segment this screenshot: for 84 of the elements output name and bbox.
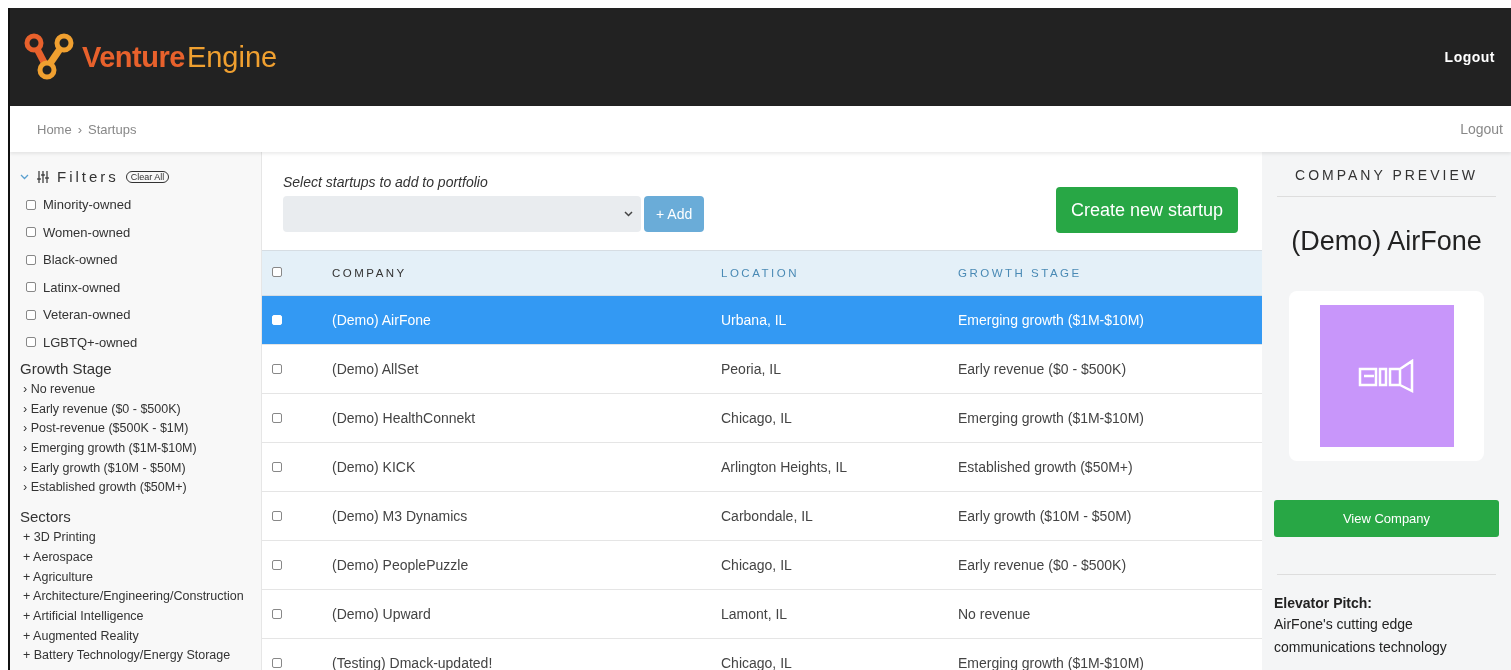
location-cell: Chicago, IL: [721, 410, 792, 426]
select-all-checkbox[interactable]: [272, 267, 282, 277]
company-cell: (Demo) AirFone: [332, 312, 431, 328]
logo-icon: [24, 32, 74, 82]
filter-option[interactable]: + Aerospace: [20, 547, 261, 568]
breadcrumb-link[interactable]: Home: [37, 121, 72, 137]
location-cell: Chicago, IL: [721, 557, 792, 573]
checkbox[interactable]: [26, 199, 36, 210]
growth-stage-cell: Early revenue ($0 - $500K): [958, 361, 1127, 377]
table-row[interactable]: (Demo) KICK Arlington Heights, IL Established growth ($50M+): [262, 442, 1262, 492]
location-cell: Carbondale, IL: [721, 508, 813, 524]
filters-title: Filters: [57, 168, 119, 185]
checkbox[interactable]: [26, 254, 36, 265]
row-checkbox[interactable]: [272, 413, 282, 423]
filter-option[interactable]: + Agriculture: [20, 567, 261, 588]
filter-option[interactable]: › Established growth ($50M+): [20, 478, 261, 499]
chevron-icon[interactable]: [20, 173, 29, 180]
portfolio-label: Select startups to add to portfolio: [283, 174, 489, 190]
checkbox-label: LGBTQ+-owned: [43, 334, 138, 350]
megaphone-icon: [1357, 359, 1416, 393]
pitch-label: Elevator Pitch:: [1274, 595, 1374, 611]
company-cell: (Demo) PeoplePuzzle: [332, 557, 469, 573]
checkbox-label: Minority-owned: [43, 197, 132, 213]
filter-option[interactable]: › Early revenue ($0 - $500K): [20, 399, 261, 420]
filter-option[interactable]: + Augmented Reality: [20, 626, 261, 647]
row-checkbox[interactable]: [272, 364, 282, 374]
company-cell: (Demo) AllSet: [332, 361, 419, 377]
location-cell: Peoria, IL: [721, 361, 781, 377]
company-cell: (Testing) Dmack-updated!: [332, 655, 493, 670]
logout-link[interactable]: Logout: [1444, 49, 1495, 65]
row-checkbox[interactable]: [272, 560, 282, 570]
table-row[interactable]: (Demo) AllSet Peoria, IL Early revenue ($0 - $500K): [262, 344, 1262, 394]
growth-stage-cell: Early growth ($10M - $50M): [958, 508, 1132, 524]
checkbox[interactable]: [26, 337, 36, 348]
filter-option[interactable]: + Artificial Intelligence: [20, 606, 261, 627]
location-cell: Urbana, IL: [721, 312, 787, 328]
preview-heading: COMPANY PREVIEW: [1277, 152, 1496, 197]
checkbox[interactable]: [26, 309, 36, 320]
filter-option[interactable]: › No revenue: [20, 380, 261, 400]
growth-stage-cell: Emerging growth ($1M-$10M): [958, 410, 1144, 426]
location-cell: Arlington Heights, IL: [721, 459, 848, 475]
filter-group-title: Sectors: [20, 508, 72, 526]
filter-option[interactable]: › Early growth ($10M - $50M): [20, 458, 261, 479]
growth-stage-cell: Emerging growth ($1M-$10M): [958, 312, 1144, 328]
checkbox[interactable]: [26, 227, 36, 238]
row-checkbox[interactable]: [272, 511, 282, 521]
pitch-text: AirFone's cutting edge communications technology: [1274, 615, 1448, 657]
row-checkbox[interactable]: [272, 462, 282, 472]
logout-link[interactable]: Logout: [1460, 121, 1503, 137]
filter-option[interactable]: + Battery Technology/Energy Storage: [20, 646, 261, 666]
company-name: (Demo) AirFone: [1290, 226, 1483, 257]
growth-stage-cell: Early revenue ($0 - $500K): [958, 557, 1127, 573]
checkbox[interactable]: [26, 282, 36, 293]
table-row[interactable]: (Demo) Upward Lamont, IL No revenue: [262, 589, 1262, 639]
location-cell: Chicago, IL: [721, 655, 792, 670]
checkbox-label: Veteran-owned: [43, 307, 131, 323]
filter-option[interactable]: › Post-revenue ($500K - $1M): [20, 419, 261, 440]
checkbox-label: Women-owned: [43, 224, 131, 240]
filter-option[interactable]: › Emerging growth ($1M-$10M): [20, 439, 261, 459]
company-cell: (Demo) KICK: [332, 459, 416, 475]
growth-stage-cell: Established growth ($50M+): [958, 459, 1133, 475]
sliders-icon: [36, 170, 50, 183]
checkbox-label: Latinx-owned: [43, 279, 121, 295]
location-cell: Lamont, IL: [721, 606, 788, 622]
company-cell: (Demo) Upward: [332, 606, 431, 622]
checkbox-label: Black-owned: [43, 252, 118, 268]
column-header[interactable]: COMPANY: [332, 267, 407, 279]
table-row[interactable]: (Demo) M3 Dynamics Carbondale, IL Early growth ($10M - $50M): [262, 491, 1262, 541]
filter-option[interactable]: + 3D Printing: [20, 528, 261, 548]
growth-stage-cell: No revenue: [958, 606, 1031, 622]
filter-group-title: Growth Stage: [20, 360, 113, 377]
row-checkbox[interactable]: [272, 658, 282, 668]
brand-name: VentureEngine: [82, 40, 278, 74]
growth-stage-cell: Emerging growth ($1M-$10M): [958, 655, 1144, 670]
table-row[interactable]: (Demo) PeoplePuzzle Chicago, IL Early revenue ($0 - $500K): [262, 540, 1262, 590]
caret-icon: [624, 211, 633, 217]
company-cell: (Demo) HealthConnekt: [332, 410, 476, 426]
company-cell: (Demo) M3 Dynamics: [332, 508, 468, 524]
row-checkbox[interactable]: [272, 609, 282, 619]
startup-select[interactable]: [283, 196, 641, 232]
breadcrumb-link[interactable]: Startups: [88, 121, 137, 137]
filter-option[interactable]: + Architecture/Engineering/Construction: [20, 587, 261, 607]
breadcrumb-separator: ›: [77, 121, 83, 137]
table-row[interactable]: (Demo) HealthConnekt Chicago, IL Emerging growth ($1M-$10M): [262, 393, 1262, 443]
